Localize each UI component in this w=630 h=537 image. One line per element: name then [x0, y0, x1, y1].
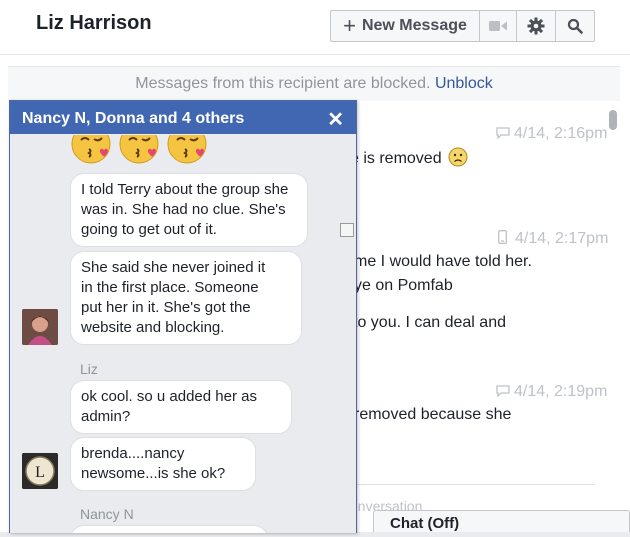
thread-scrollbar[interactable]: [609, 110, 617, 130]
new-message-label: New Message: [361, 17, 467, 34]
monogram-avatar-icon: L: [22, 453, 58, 489]
search-button[interactable]: [556, 11, 594, 41]
plus-icon: +: [343, 13, 356, 38]
message-fragment: to you. I can deal and: [353, 314, 506, 331]
chat-message: ok cool. so u added her as admin?: [70, 380, 292, 434]
message-fragment: me I would have told her.: [354, 253, 532, 270]
conversation-toolbar: + New Message: [330, 10, 595, 42]
chat-message: brenda....nancy newsome...is she ok?: [70, 437, 256, 491]
gear-icon: [527, 17, 545, 35]
chat-bubble-icon: [496, 385, 510, 398]
new-message-button[interactable]: + New Message: [331, 11, 480, 41]
avatar[interactable]: L: [22, 453, 58, 489]
timestamp: 4/14, 2:16pm: [496, 125, 607, 143]
close-icon[interactable]: ✕: [327, 107, 344, 132]
mobile-phone-icon: [498, 230, 507, 244]
timestamp: 4/14, 2:19pm: [496, 383, 607, 401]
kissing-heart-emoji-icon: [119, 135, 159, 164]
kissing-heart-emoji-icon: [167, 135, 207, 164]
unblock-link[interactable]: Unblock: [435, 75, 493, 92]
chat-message: She said she never joined it in the firs…: [70, 251, 302, 345]
search-icon: [567, 18, 583, 34]
message-fragment: ye on Pomfab: [354, 277, 453, 294]
sender-name: Nancy N: [80, 506, 134, 522]
blocked-notice: Messages from this recipient are blocked…: [8, 66, 620, 102]
chat-title[interactable]: Nancy N, Donna and 4 others: [22, 110, 244, 128]
chat-header[interactable]: Nancy N, Donna and 4 others ✕: [10, 101, 356, 134]
conversation-header: Liz Harrison + New Message: [0, 0, 630, 55]
chat-bubble-icon: [496, 127, 510, 140]
chat-popup: Nancy N, Donna and 4 others ✕ I told Ter…: [9, 100, 357, 533]
frowning-face-emoji-icon: [448, 147, 468, 167]
user-photo-icon: [22, 309, 58, 345]
sender-name: Liz: [80, 361, 98, 377]
settings-button[interactable]: [517, 11, 556, 41]
chat-messages: I told Terry about the group she was in.…: [10, 135, 356, 533]
avatar[interactable]: [22, 309, 58, 345]
conversation-title: Liz Harrison: [36, 12, 152, 34]
kissing-heart-emoji-icon: [71, 135, 111, 164]
divider: [340, 484, 595, 485]
svg-text:L: L: [35, 464, 45, 481]
message-fragment: e is removed: [350, 147, 468, 168]
chat-sidebar-toggle[interactable]: Chat (Off): [373, 510, 630, 532]
video-call-button[interactable]: [480, 11, 517, 41]
message-fragment: removed because she: [354, 406, 512, 423]
blocked-notice-text: Messages from this recipient are blocked…: [135, 75, 431, 92]
timestamp: 4/14, 2:17pm: [498, 230, 608, 248]
video-camera-icon: [489, 21, 507, 31]
chat-message: I told Terry about the group she was in.…: [70, 173, 308, 247]
chat-scrollbar-thumb[interactable]: [340, 223, 354, 237]
